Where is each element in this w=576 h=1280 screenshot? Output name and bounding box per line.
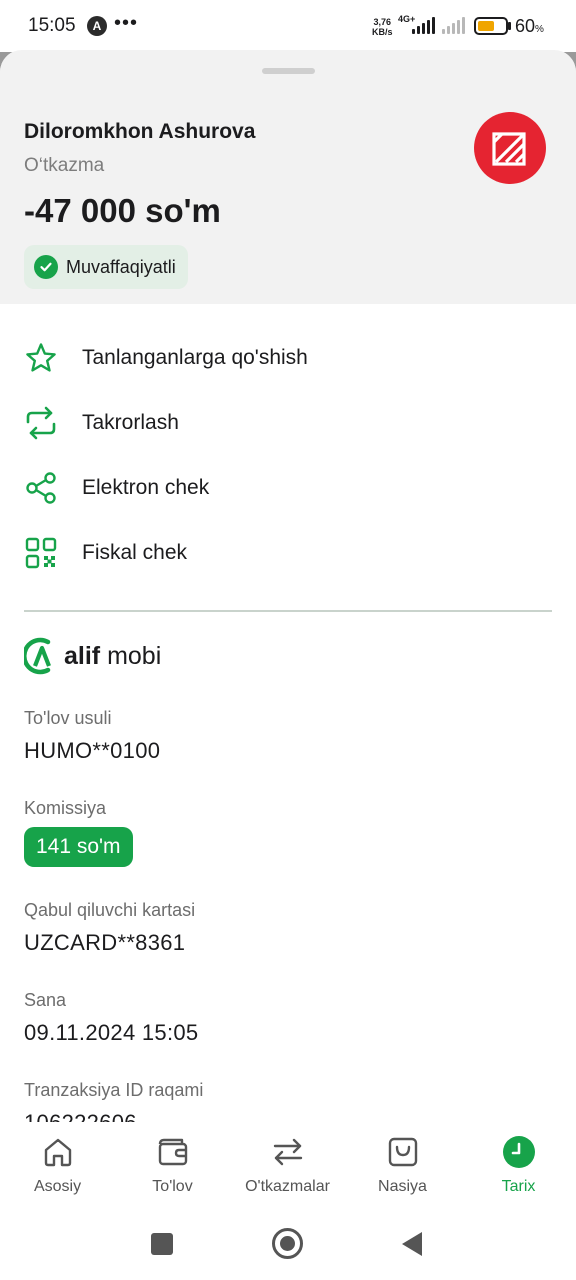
status-bar: 15:05 A ••• 3,76 KB/s 4G+ 60% [0, 0, 576, 52]
payment-method-value: HUMO**0100 [24, 738, 161, 763]
repeat-button[interactable]: Takrorlash [0, 395, 576, 451]
nav-payment[interactable]: To'lov [115, 1122, 230, 1214]
home-button[interactable] [272, 1228, 303, 1259]
signal-secondary-icon [442, 16, 465, 34]
recipient-name: Diloromkhon Ashurova [24, 120, 256, 143]
fee-label: Komissiya [24, 798, 107, 818]
action-label: Fiskal chek [82, 541, 188, 564]
nav-installment[interactable]: Nasiya [345, 1122, 460, 1214]
fee-badge: 141 so'm [24, 827, 133, 867]
transfer-icon [270, 1134, 306, 1170]
nav-label: To'lov [152, 1178, 193, 1195]
nav-transfers[interactable]: O'tkazmalar [230, 1122, 345, 1214]
transaction-summary: Diloromkhon Ashurova O‘tkazma -47 000 so… [0, 50, 576, 304]
action-label: Elektron chek [82, 476, 210, 499]
alif-mobi-logo: alif mobi [24, 636, 161, 676]
nav-label: Tarix [501, 1178, 536, 1195]
home-icon [40, 1134, 76, 1170]
battery-percent: 60% [515, 16, 544, 36]
repeat-icon [23, 405, 59, 441]
recipient-card-label: Qabul qiluvchi kartasi [24, 900, 196, 920]
system-navigation-bar [0, 1214, 576, 1280]
date-label: Sana [24, 990, 67, 1010]
battery-level [478, 21, 494, 31]
battery-icon [474, 17, 508, 35]
bottom-navigation: Asosiy To'lov O'tkazmalar Nasiya Tarix [0, 1122, 576, 1214]
more-notifications-icon: ••• [114, 12, 139, 34]
nav-history[interactable]: Tarix [461, 1122, 576, 1214]
payment-method-label: To'lov usuli [24, 708, 112, 728]
nav-label: Nasiya [378, 1178, 427, 1195]
signal-icon [412, 16, 435, 34]
nav-home[interactable]: Asosiy [0, 1122, 115, 1214]
divider [24, 610, 552, 612]
network-speed-unit: KB/s [372, 27, 393, 37]
wallet-icon [155, 1134, 191, 1170]
nav-label: O'tkazmalar [245, 1178, 330, 1195]
app-notification-icon: A [87, 16, 107, 36]
date-value: 09.11.2024 15:05 [24, 1020, 199, 1045]
electronic-receipt-button[interactable]: Elektron chek [0, 460, 576, 516]
star-icon [23, 340, 59, 376]
back-button[interactable] [402, 1232, 422, 1256]
transaction-amount: -47 000 so'm [24, 192, 221, 229]
qr-code-icon [23, 535, 59, 571]
shopping-bag-icon [385, 1134, 421, 1170]
action-label: Tanlanganlarga qo'shish [82, 346, 308, 369]
alif-logo-icon [24, 637, 51, 675]
status-badge: Muvaffaqiyatli [24, 245, 188, 289]
transaction-sheet: Diloromkhon Ashurova O‘tkazma -47 000 so… [0, 50, 576, 1280]
transaction-id-label: Tranzaksiya ID raqami [24, 1080, 204, 1100]
bank-logo-icon [474, 112, 546, 184]
recent-apps-button[interactable] [151, 1233, 173, 1255]
fiscal-receipt-button[interactable]: Fiskal chek [0, 525, 576, 581]
clock-icon [501, 1134, 537, 1170]
drag-handle[interactable] [262, 68, 315, 74]
add-to-favorites-button[interactable]: Tanlanganlarga qo'shish [0, 330, 576, 386]
network-speed-value: 3,76 [373, 17, 392, 27]
status-time: 15:05 [28, 15, 76, 36]
network-speed: 3,76 KB/s [372, 17, 393, 37]
transaction-type: O‘tkazma [24, 155, 105, 176]
nav-label: Asosiy [33, 1178, 82, 1195]
recipient-card-value: UZCARD**8361 [24, 930, 186, 955]
check-circle-icon [34, 255, 58, 279]
action-label: Takrorlash [82, 411, 179, 434]
share-icon [23, 470, 59, 506]
status-label: Muvaffaqiyatli [66, 256, 176, 277]
